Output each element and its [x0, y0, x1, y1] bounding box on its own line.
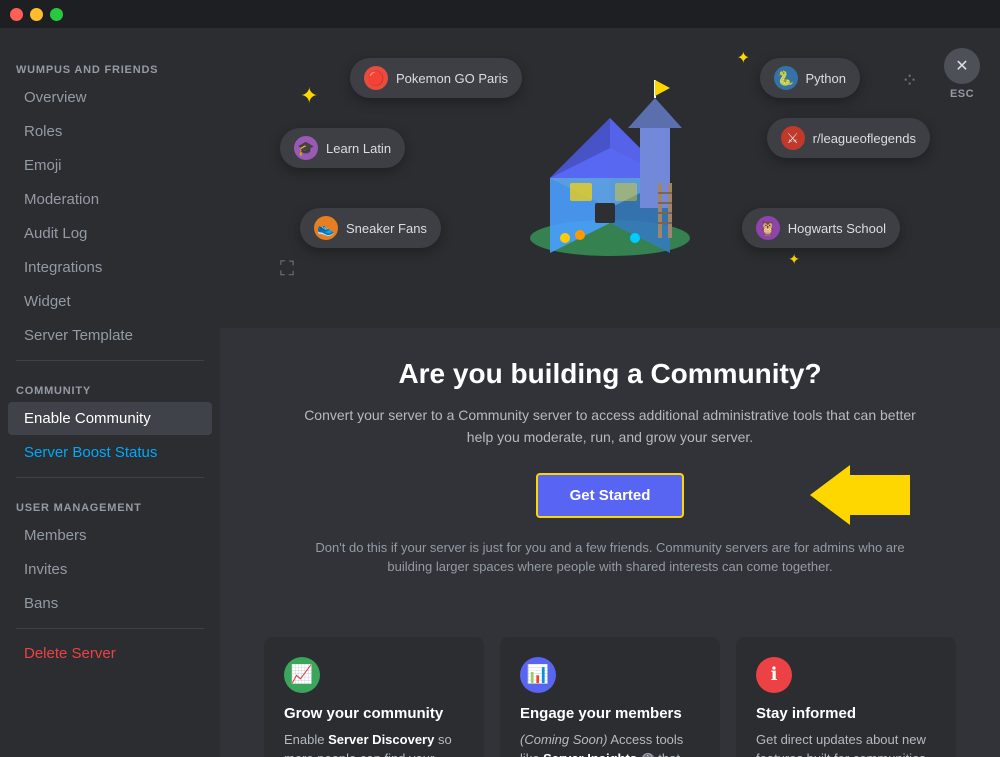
stay-informed-icon: ℹ: [756, 657, 792, 693]
grow-community-description: Enable Server Discovery so more people c…: [284, 730, 464, 757]
sidebar-item-bans[interactable]: Bans: [8, 587, 212, 620]
star-decoration-1: ✦: [300, 83, 318, 109]
sidebar-divider-2: [16, 477, 204, 478]
feature-card-informed: ℹ Stay informed Get direct updates about…: [736, 637, 956, 757]
bubble-hogwarts: 🦉 Hogwarts School: [742, 208, 900, 248]
notice-text: Don't do this if your server is just for…: [310, 538, 910, 577]
engage-members-description: (Coming Soon) Access tools like Server I…: [520, 730, 700, 757]
bubble-pokemon-icon: 🔴: [364, 66, 388, 90]
get-started-area: Get Started: [280, 473, 940, 518]
grow-community-title: Grow your community: [284, 705, 464, 722]
sidebar-item-moderation[interactable]: Moderation: [8, 183, 212, 216]
sidebar-item-widget[interactable]: Widget: [8, 285, 212, 318]
bubble-sneaker: 👟 Sneaker Fans: [300, 208, 441, 248]
bubble-hogwarts-label: Hogwarts School: [788, 221, 886, 236]
bubble-pokemon: 🔴 Pokemon GO Paris: [350, 58, 522, 98]
section-label-wumpus: WUMPUS AND FRIENDS: [0, 48, 220, 80]
hero-area: ✦ ✦ ✦ ⁘ ⛶ 🔴 Pokemon GO Paris 🐍 Python 🎓 …: [220, 28, 1000, 328]
bubble-learn-latin-icon: 🎓: [294, 136, 318, 160]
bubble-python-label: Python: [806, 71, 846, 86]
esc-circle-icon: ✕: [944, 48, 980, 84]
engage-members-icon: 📊: [520, 657, 556, 693]
server-discovery-label: Server Discovery: [328, 732, 434, 747]
bubble-league-label: r/leagueoflegends: [813, 131, 916, 146]
engage-members-title: Engage your members: [520, 705, 700, 722]
main-description: Convert your server to a Community serve…: [300, 404, 920, 449]
bubble-python: 🐍 Python: [760, 58, 860, 98]
dots-decoration: ⁘: [901, 68, 920, 93]
stay-informed-description: Get direct updates about new features bu…: [756, 730, 936, 757]
sidebar-item-integrations[interactable]: Integrations: [8, 251, 212, 284]
expand-icon: ⛶: [280, 258, 294, 281]
bubble-league: ⚔ r/leagueoflegends: [767, 118, 930, 158]
bubble-learn-latin: 🎓 Learn Latin: [280, 128, 405, 168]
get-started-button[interactable]: Get Started: [536, 473, 685, 518]
feature-card-grow: 📈 Grow your community Enable Server Disc…: [264, 637, 484, 757]
app-layout: WUMPUS AND FRIENDS Overview Roles Emoji …: [0, 28, 1000, 757]
sidebar-item-server-template[interactable]: Server Template: [8, 319, 212, 352]
arrow-annotation: [770, 465, 910, 525]
grow-community-icon: 📈: [284, 657, 320, 693]
coming-soon-label: (Coming Soon): [520, 732, 607, 747]
bubble-sneaker-icon: 👟: [314, 216, 338, 240]
minimize-button[interactable]: [30, 8, 43, 21]
house-illustration: [520, 38, 700, 258]
feature-cards: 📈 Grow your community Enable Server Disc…: [220, 637, 1000, 757]
sidebar-item-enable-community[interactable]: Enable Community: [8, 402, 212, 435]
sidebar-item-emoji[interactable]: Emoji: [8, 149, 212, 182]
feature-card-engage: 📊 Engage your members (Coming Soon) Acce…: [500, 637, 720, 757]
sidebar-item-members[interactable]: Members: [8, 519, 212, 552]
sidebar-divider-3: [16, 628, 204, 629]
server-insights-label: Server Insights: [543, 751, 637, 757]
window-chrome: [0, 0, 1000, 28]
section-label-user-management: USER MANAGEMENT: [0, 486, 220, 518]
main-title: Are you building a Community?: [280, 358, 940, 390]
bubble-league-icon: ⚔: [781, 126, 805, 150]
sidebar-item-audit-log[interactable]: Audit Log: [8, 217, 212, 250]
bubble-learn-latin-label: Learn Latin: [326, 141, 391, 156]
sidebar-item-invites[interactable]: Invites: [8, 553, 212, 586]
bubble-hogwarts-icon: 🦉: [756, 216, 780, 240]
bubble-pokemon-label: Pokemon GO Paris: [396, 71, 508, 86]
sidebar-item-server-boost-status[interactable]: Server Boost Status: [8, 436, 212, 469]
sidebar-item-overview[interactable]: Overview: [8, 81, 212, 114]
stay-informed-title: Stay informed: [756, 705, 936, 722]
sidebar: WUMPUS AND FRIENDS Overview Roles Emoji …: [0, 28, 220, 757]
sidebar-item-delete-server[interactable]: Delete Server: [8, 637, 212, 670]
maximize-button[interactable]: [50, 8, 63, 21]
server-insights-info-icon[interactable]: ⓘ: [641, 753, 655, 757]
sidebar-divider-1: [16, 360, 204, 361]
star-decoration-3: ✦: [788, 251, 800, 268]
main-content: ✕ ESC ✦ ✦ ✦ ⁘ ⛶ 🔴 Pokemon GO Paris 🐍 Pyt…: [220, 28, 1000, 757]
close-button[interactable]: [10, 8, 23, 21]
esc-label: ESC: [950, 88, 974, 100]
esc-button[interactable]: ✕ ESC: [944, 48, 980, 100]
bubble-python-icon: 🐍: [774, 66, 798, 90]
section-label-community: COMMUNITY: [0, 369, 220, 401]
bubble-sneaker-label: Sneaker Fans: [346, 221, 427, 236]
star-decoration-2: ✦: [737, 48, 750, 68]
content-area: Are you building a Community? Convert yo…: [220, 328, 1000, 637]
sidebar-item-roles[interactable]: Roles: [8, 115, 212, 148]
